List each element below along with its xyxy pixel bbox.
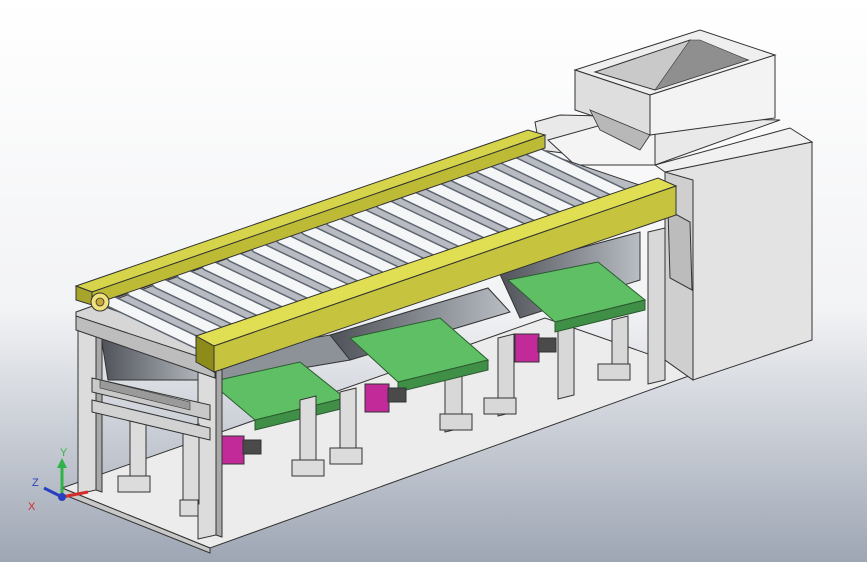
cad-model-canvas[interactable]: Y Z X: [0, 0, 867, 562]
triad-y-label: Y: [60, 447, 68, 459]
end-pulley: [90, 292, 110, 312]
triad-z-label: Z: [32, 477, 39, 489]
cad-viewport[interactable]: Y Z X: [0, 0, 867, 562]
triad-x-label: X: [28, 501, 36, 513]
cabinet-bracket: [667, 209, 693, 291]
